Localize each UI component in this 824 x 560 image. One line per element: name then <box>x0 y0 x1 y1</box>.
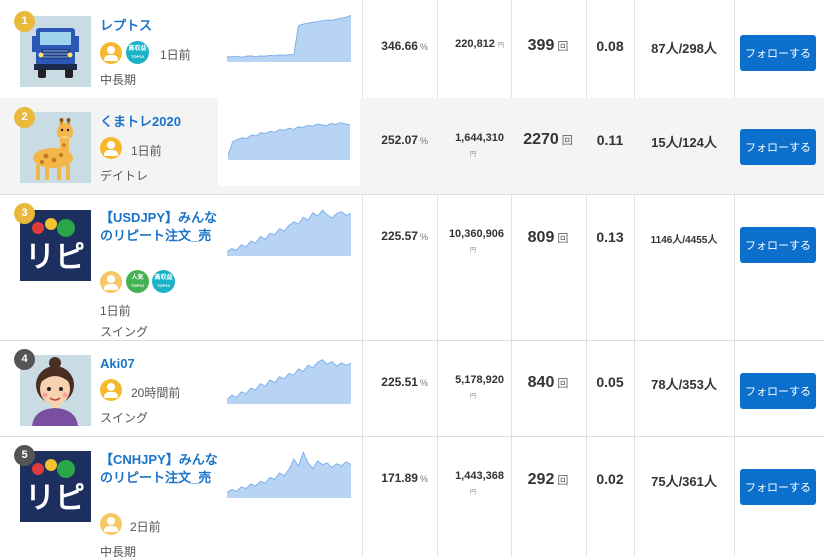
trader-badges <box>100 137 126 159</box>
follow-button[interactable]: フォローする <box>740 129 816 165</box>
trading-style: 中長期 <box>100 73 137 87</box>
risk-ratio: 0.05 <box>596 374 624 390</box>
svg-text:リピ: リピ <box>25 240 85 275</box>
profit-unit: 円 <box>470 152 477 158</box>
equity-area <box>227 15 351 62</box>
equity-sparkline <box>227 359 351 404</box>
profit-unit: 円 <box>470 490 477 496</box>
risk-ratio: 0.11 <box>596 132 624 148</box>
trader-badges: 高収益 TOP10 <box>100 41 152 64</box>
profit-amount: 220,812 円 <box>455 38 504 50</box>
last-trade-time: 2日前 <box>130 520 161 534</box>
risk-ratio: 0.13 <box>596 229 624 245</box>
trader-badges <box>100 379 126 401</box>
return-rate: 171.89% <box>381 471 428 485</box>
trader-badges <box>100 513 126 535</box>
equity-sparkline <box>227 450 351 498</box>
follower-count: 78人/353人 <box>651 377 717 392</box>
return-rate: 225.57% <box>381 229 428 243</box>
last-trade-time: 1日前 <box>131 144 162 158</box>
rank-badge: 5 <box>14 445 35 466</box>
risk-ratio: 0.02 <box>596 471 624 487</box>
follow-button[interactable]: フォローする <box>740 227 816 263</box>
equity-area <box>227 359 351 404</box>
trading-style: スイング <box>100 411 149 425</box>
trade-count: 809 回 <box>527 229 569 246</box>
profit-amount: 1,644,310 <box>455 132 504 144</box>
follow-button[interactable]: フォローする <box>740 35 816 71</box>
trading-style: スイング <box>100 325 149 339</box>
follower-count: 15人/124人 <box>651 135 717 150</box>
high-profit-badge: 高収益 TOP10 <box>126 41 149 64</box>
user-icon <box>100 41 122 64</box>
follower-count: 1146人/4455人 <box>650 235 718 246</box>
profit-amount: 1,443,368 <box>455 470 504 482</box>
trading-style: デイトレ <box>100 169 149 183</box>
equity-sparkline <box>228 122 350 160</box>
profit-amount: 5,178,920 <box>455 374 504 386</box>
rank-badge: 2 <box>14 107 35 128</box>
equity-sparkline <box>227 209 351 256</box>
trade-count: 292 回 <box>527 471 569 488</box>
multi-user-icon <box>100 513 122 535</box>
trader-row-4: 4 Aki07 20時間前 スイング 225.51% 5,178,920 円 8… <box>0 340 824 437</box>
rank-badge: 1 <box>14 11 35 32</box>
user-icon <box>100 137 122 159</box>
trader-name-link[interactable]: 【CNHJPY】みんなのリピート注文_売 <box>100 451 222 487</box>
last-trade-time: 20時間前 <box>131 386 181 400</box>
user-icon <box>100 379 122 401</box>
equity-sparkline <box>227 14 351 62</box>
trader-name-link[interactable]: くまトレ2020 <box>100 113 222 131</box>
high-profit-badge: 高収益 TOP10 <box>152 270 175 293</box>
trader-name-link[interactable]: 【USDJPY】みんなのリピート注文_売 <box>100 209 222 245</box>
trader-ranking-table: 1 レプトス 高収益 TOP10 1日前 中長期 346.66 % 220,81… <box>0 0 824 559</box>
trader-row-5: 5 リピ 【CNHJPY】みんなのリピート注文_売 2日前 中長期 171.89… <box>0 436 824 559</box>
trade-count: 840 回 <box>527 374 569 391</box>
equity-area <box>227 452 351 498</box>
profit-unit: 円 <box>470 248 477 254</box>
trader-badges: 人気 TOP10 高収益 TOP10 <box>100 270 178 293</box>
return-rate: 225.51% <box>381 375 428 389</box>
multi-user-icon <box>100 270 122 293</box>
svg-text:リピ: リピ <box>25 481 85 516</box>
follow-button[interactable]: フォローする <box>740 469 816 505</box>
follower-count: 87人/298人 <box>651 41 717 56</box>
trader-row-2: 2 くまトレ2020 1日前 デイトレ 252.07 % 1,644,310 円… <box>0 98 824 195</box>
trading-style: 中長期 <box>100 545 137 559</box>
trade-count: 399 回 <box>527 37 569 54</box>
last-trade-time: 1日前 <box>100 304 131 318</box>
trader-name-link[interactable]: レプトス <box>100 17 222 35</box>
last-trade-time: 1日前 <box>160 48 191 62</box>
return-rate: 346.66% <box>381 39 428 53</box>
trader-name-link[interactable]: Aki07 <box>100 355 222 373</box>
trader-row-1: 1 レプトス 高収益 TOP10 1日前 中長期 346.66 % 220,81… <box>0 0 824 99</box>
trade-count: 2270 回 <box>523 131 573 148</box>
popular-badge: 人気 TOP10 <box>126 270 149 293</box>
return-rate: 252.07% <box>381 133 428 147</box>
follower-count: 75人/361人 <box>651 474 717 489</box>
follow-button[interactable]: フォローする <box>740 373 816 409</box>
rank-badge: 3 <box>14 203 35 224</box>
profit-amount: 10,360,906 <box>448 228 504 240</box>
profit-unit: 円 <box>470 394 477 400</box>
risk-ratio: 0.08 <box>596 38 624 54</box>
trader-row-3: 3 リピ 【USDJPY】みんなのリピート注文_売 人気 TOP10 高収益 TOP… <box>0 194 824 341</box>
rank-badge: 4 <box>14 349 35 370</box>
